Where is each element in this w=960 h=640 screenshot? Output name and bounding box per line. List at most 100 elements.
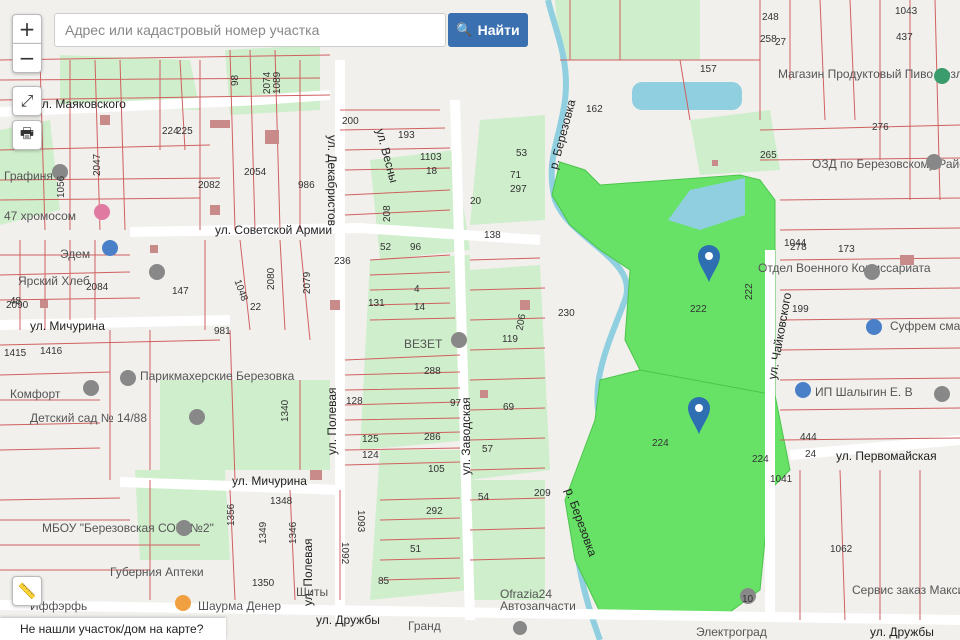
- parcel-number: 157: [700, 64, 717, 75]
- parcel-number: 1043: [895, 6, 918, 17]
- parcel-number: 98: [230, 74, 241, 86]
- parcel-number: 2054: [244, 167, 267, 178]
- parcel-number: 286: [424, 432, 441, 443]
- parcel-number: 1056: [56, 175, 67, 198]
- parcel-number: 10: [742, 594, 754, 605]
- poi-label: Электроград: [696, 625, 767, 639]
- zoom-out-button[interactable]: −: [12, 43, 42, 73]
- parcel-number: 24: [805, 449, 817, 460]
- search-button-label: Найти: [477, 22, 520, 38]
- poi-label: Ofrazia24: [500, 587, 552, 601]
- parcel-number: 14: [414, 302, 426, 313]
- parcel-number: 71: [510, 170, 522, 181]
- street-label: ул. Дружбы: [870, 625, 934, 639]
- print-button[interactable]: 🖶: [12, 120, 42, 150]
- street-label: ул. Дружбы: [316, 613, 380, 627]
- parcel-number: 51: [410, 544, 422, 555]
- parcel-number: 200: [342, 116, 359, 127]
- parcel-number: 4: [414, 284, 420, 295]
- parcel-number: 162: [586, 104, 603, 115]
- poi-label: Магазин Продуктовый Пиво Розливное Алина: [778, 67, 960, 81]
- ruler-icon: 📏: [17, 582, 37, 600]
- parcel-number: 222: [690, 304, 707, 315]
- parcel-number: 1089: [272, 71, 283, 94]
- parcel-number: 1415: [4, 348, 27, 359]
- street-label: ул. Декабристов: [325, 135, 339, 226]
- parcel-number: 105: [428, 464, 445, 475]
- fullscreen-button[interactable]: ⤢: [12, 86, 42, 116]
- parcel-number: 224: [652, 438, 669, 449]
- ruler-button[interactable]: 📏: [12, 576, 42, 606]
- pin-icon: [120, 370, 136, 386]
- parcel-number: 54: [478, 492, 490, 503]
- parcel-number: 1103: [420, 152, 442, 163]
- street-label: ул. Мичурина: [30, 319, 105, 333]
- parcel-number: 1062: [830, 544, 853, 555]
- poi-label: Суфрем смазочные: [890, 319, 960, 333]
- pin-icon: [451, 332, 467, 348]
- parcel-number: 119: [502, 334, 518, 345]
- store-icon: [934, 68, 950, 84]
- pin-icon: [83, 380, 99, 396]
- search-input[interactable]: [54, 13, 446, 47]
- parcel-number: 1093: [355, 510, 366, 533]
- parcel-number: 52: [380, 242, 392, 253]
- parcel-number: 20: [470, 196, 482, 207]
- street-label: ул. Первомайская: [836, 449, 937, 463]
- store-icon: [795, 382, 811, 398]
- zoom-in-button[interactable]: +: [12, 14, 42, 44]
- parcel-number: 1349: [258, 521, 269, 544]
- street-label: ул. Маяковского: [36, 97, 126, 111]
- fullscreen-icon: ⤢: [20, 91, 34, 110]
- poi-label: Эдем: [60, 247, 90, 261]
- pin-icon: [864, 264, 880, 280]
- food-icon: [175, 595, 191, 611]
- parcel-number: 265: [760, 150, 777, 161]
- parcel-number: 276: [872, 122, 889, 133]
- parcel-number: 97: [450, 398, 462, 409]
- parcel-number: 288: [424, 366, 441, 377]
- parcel-number: 1350: [252, 578, 275, 589]
- pin-icon: [926, 154, 942, 170]
- search-icon: 🔍: [456, 22, 473, 37]
- store-icon: [102, 240, 118, 256]
- parcel-number: 2079: [302, 271, 313, 294]
- parcel-224[interactable]: [564, 369, 791, 613]
- print-icon: 🖶: [19, 123, 35, 142]
- parcel-number: 18: [426, 166, 438, 177]
- parcel-number: 125: [362, 434, 379, 445]
- parcel-number: 53: [516, 148, 528, 159]
- pin-icon: [934, 386, 950, 402]
- parcel-number: 1346: [288, 521, 299, 544]
- poi-label: Шаурма Денер: [198, 599, 281, 613]
- poi-label: Щиты: [296, 585, 328, 599]
- parcel-number: 2082: [198, 180, 221, 191]
- store-icon: [94, 204, 110, 220]
- poi-label: Губерния Аптеки: [110, 565, 204, 579]
- parcel-number: 2080: [266, 267, 277, 290]
- poi-label: Отдел Военного Комиссариата: [758, 261, 931, 275]
- poi-label: Комфорт: [10, 387, 61, 401]
- parcel-number: 96: [410, 242, 422, 253]
- parcel-number: 297: [510, 184, 527, 195]
- parcel-number: 27: [775, 37, 787, 48]
- poi-label: Графиня: [4, 169, 53, 183]
- street-label: ул. Советской Армии: [215, 223, 332, 237]
- parcel-number: 1416: [40, 346, 63, 357]
- parcel-number: 193: [398, 130, 415, 141]
- not-found-link[interactable]: Не нашли участок/дом на карте?: [0, 618, 226, 640]
- search-button[interactable]: 🔍 Найти: [448, 13, 528, 47]
- parcel-number: 69: [503, 402, 515, 413]
- parcel-number: 1092: [339, 542, 350, 565]
- poi-label: Гранд: [408, 619, 441, 633]
- parcel-number: 981: [214, 326, 231, 337]
- street-label: ул. Полевая: [325, 387, 339, 455]
- parcel-number: 230: [558, 308, 575, 319]
- parcel-number: 248: [762, 12, 779, 23]
- cadastral-map[interactable]: р. Березовка р. Березовка ул. Маяковског…: [0, 0, 960, 640]
- poi-label: Автозапчасти: [500, 599, 576, 613]
- parcel-number: 2047: [92, 153, 103, 176]
- street-label: ул. Мичурина: [232, 474, 307, 488]
- poi-label: Сервис заказ Максим» в: [852, 583, 960, 597]
- parcel-number: 22: [250, 302, 262, 313]
